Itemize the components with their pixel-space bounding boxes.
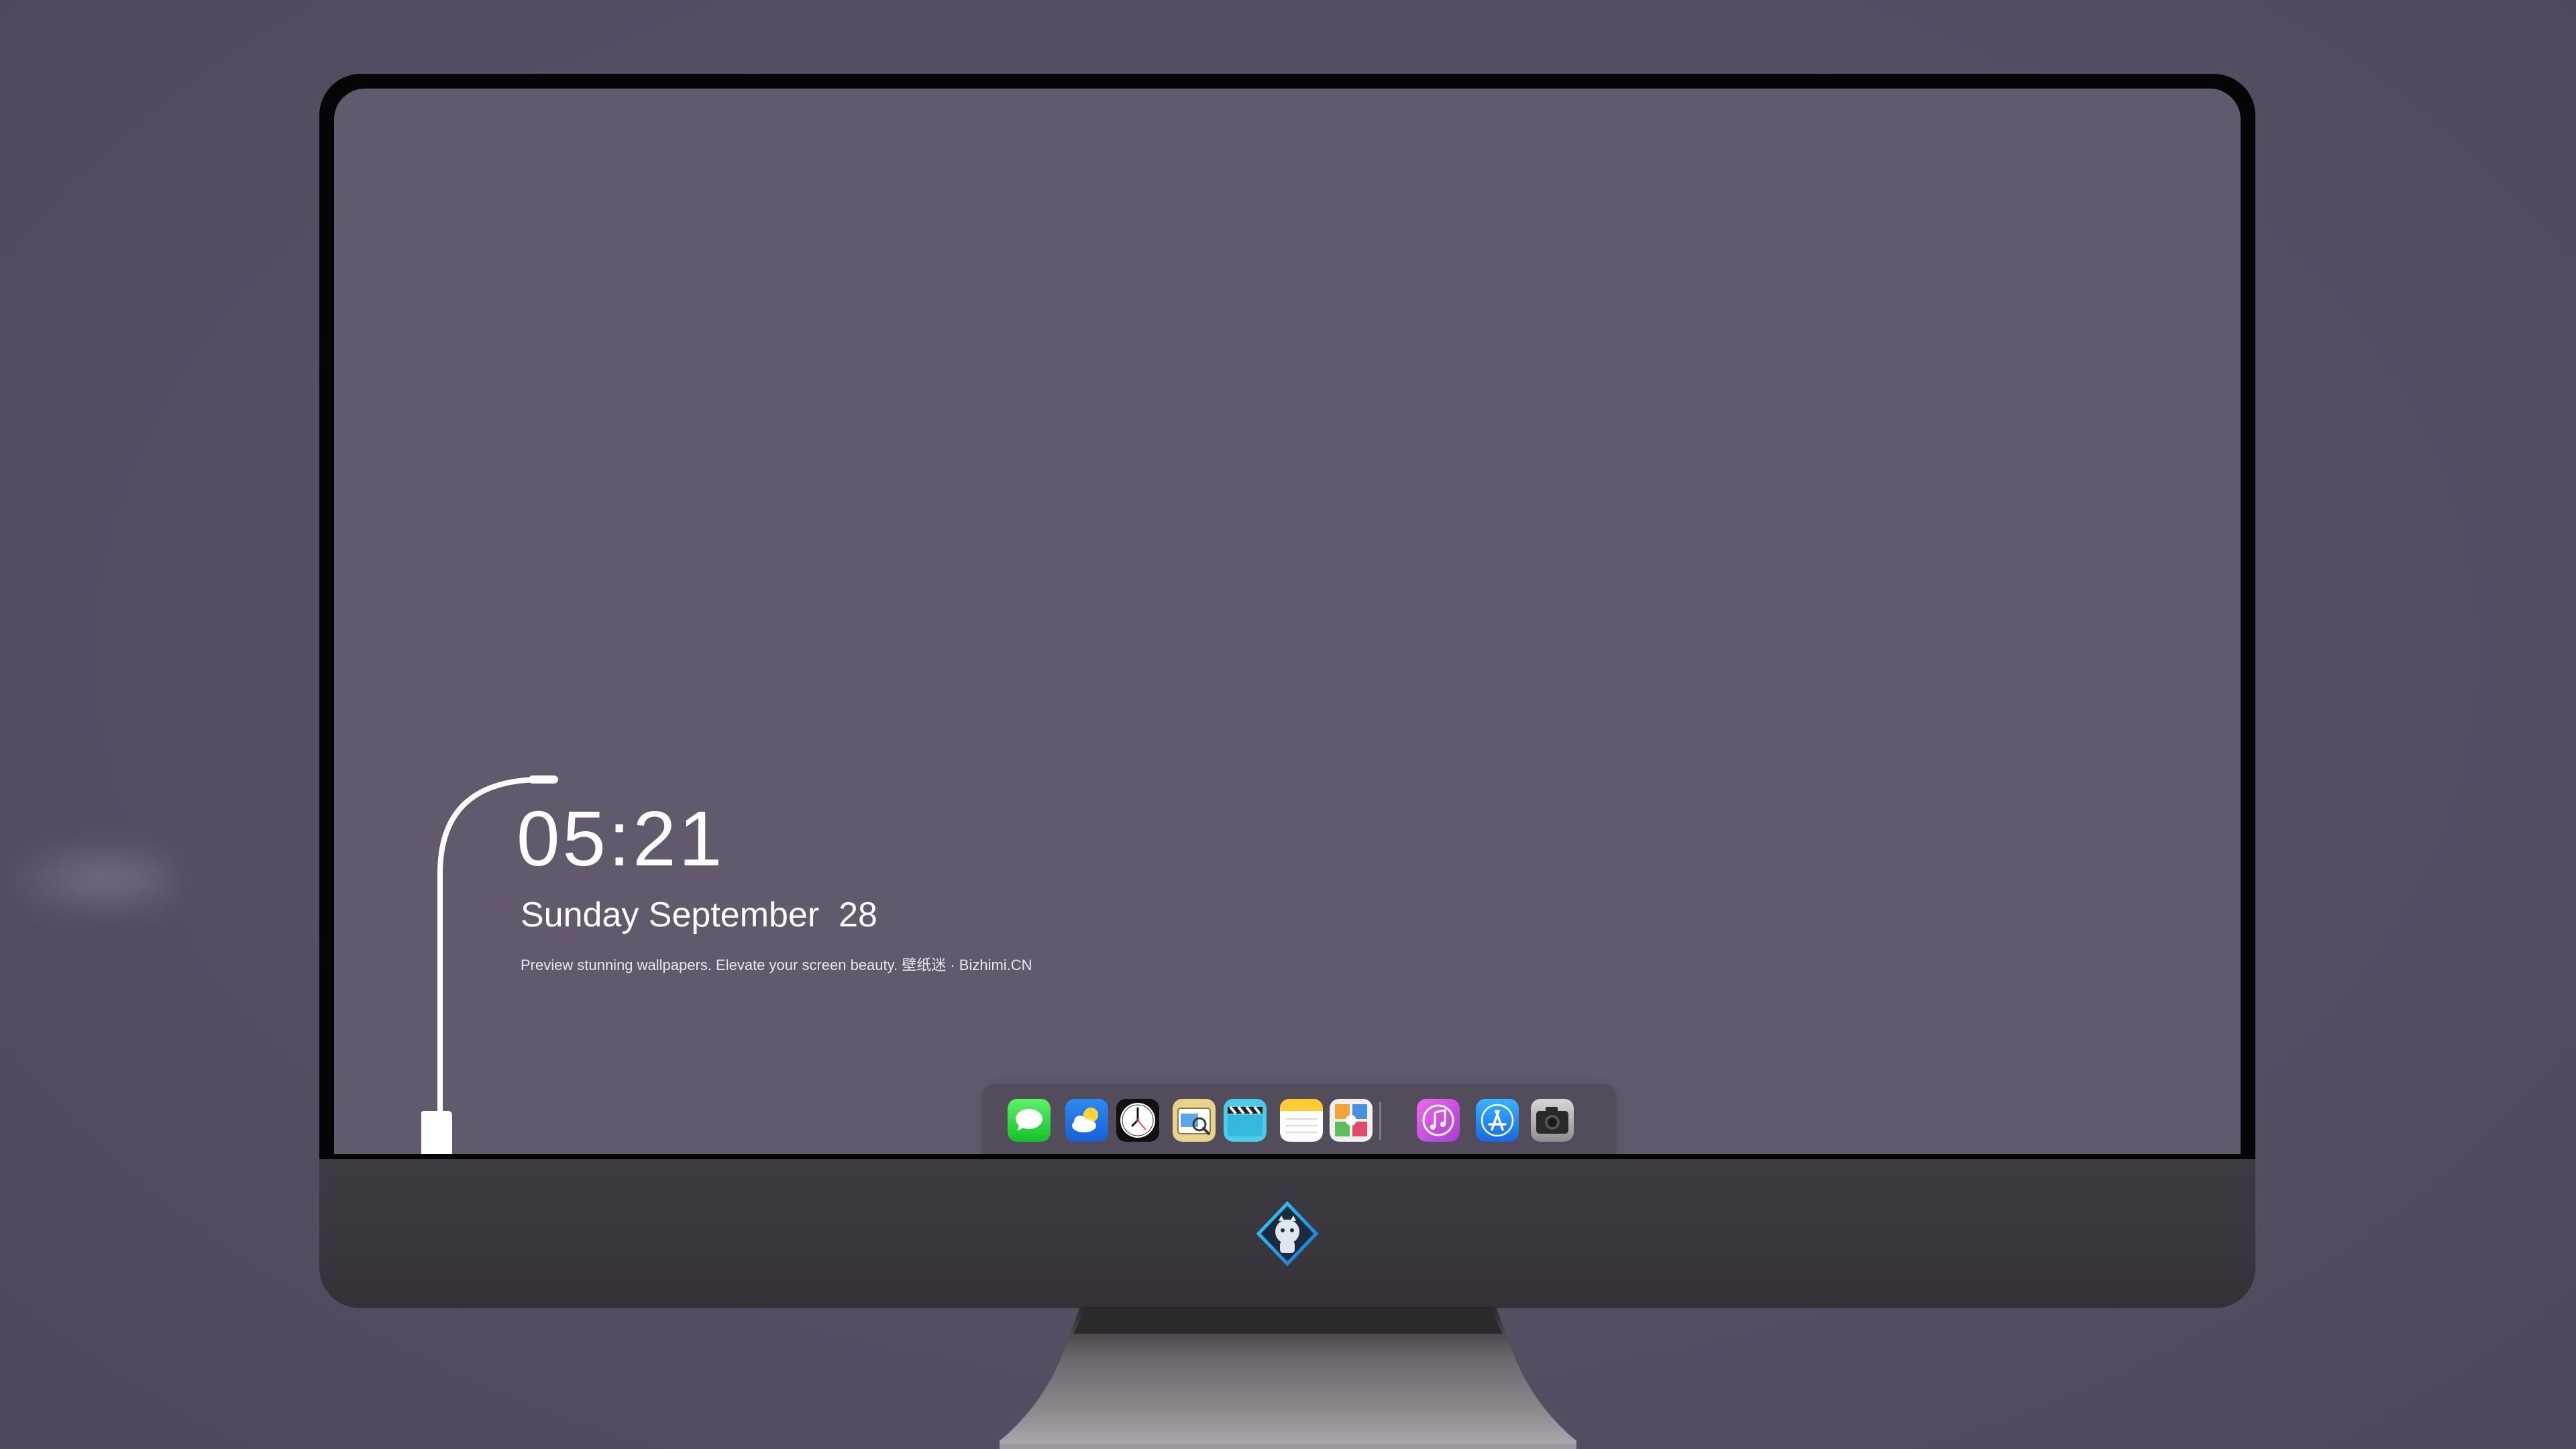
brand-logo-icon: [1256, 1201, 1319, 1267]
clock-icon[interactable]: [1116, 1099, 1159, 1142]
lockscreen-time: 05:21: [517, 795, 725, 882]
desktop-screen: 05:21 Sunday September 28 Preview stunni…: [334, 89, 2241, 1154]
wallpaper-tagline: Preview stunning wallpapers. Elevate you…: [521, 957, 1032, 973]
messages-icon[interactable]: [1008, 1099, 1051, 1142]
notes-icon[interactable]: [1280, 1099, 1323, 1142]
photo-collage-icon[interactable]: [1330, 1099, 1373, 1142]
camera-icon[interactable]: [1531, 1099, 1574, 1142]
music-icon[interactable]: [1417, 1099, 1460, 1142]
claquette-icon[interactable]: [1224, 1099, 1267, 1142]
dock: [982, 1084, 1617, 1154]
dock-separator: [1379, 1102, 1381, 1140]
monitor-stand: [1000, 1307, 1576, 1449]
stage: 05:21 Sunday September 28 Preview stunni…: [0, 0, 2576, 1449]
weather-icon[interactable]: [1065, 1099, 1108, 1142]
blurred-background-light: [0, 839, 174, 919]
monitor: 05:21 Sunday September 28 Preview stunni…: [319, 74, 2255, 1308]
preview-icon[interactable]: [1173, 1099, 1216, 1142]
app-store-icon[interactable]: [1476, 1099, 1519, 1142]
lockscreen-date: Sunday September 28: [521, 896, 877, 934]
